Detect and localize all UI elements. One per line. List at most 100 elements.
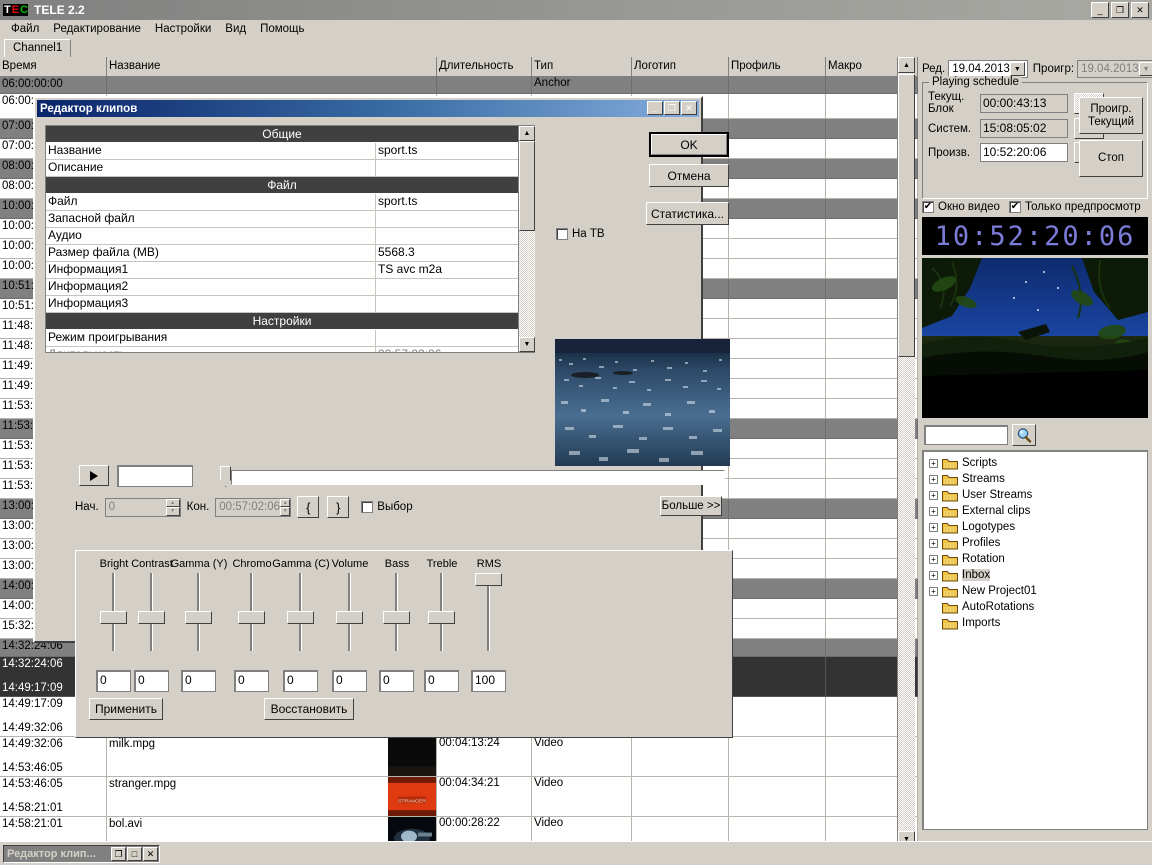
expand-plus-icon[interactable]: + [929, 459, 938, 468]
project-tree[interactable]: +Scripts+Streams+User Streams+External c… [922, 450, 1148, 830]
close-icon[interactable]: ✕ [143, 847, 158, 861]
start-spinner[interactable]: 0 ▲▼ [105, 498, 181, 517]
property-row[interactable]: Длительность00:57:02:06 [46, 347, 518, 353]
clip-properties-list[interactable]: ОбщиеНазваниеsport.tsОписаниеФайлФайлspo… [45, 125, 519, 353]
slider-treble[interactable]: Treble0 [424, 573, 460, 698]
property-value[interactable]: sport.ts [376, 143, 518, 159]
slider-thumb[interactable] [383, 611, 410, 624]
expand-plus-icon[interactable]: + [929, 539, 938, 548]
menu-item-help[interactable]: Помощь [253, 22, 311, 36]
search-input[interactable] [924, 425, 1008, 445]
slider-value-field[interactable]: 0 [134, 670, 169, 692]
property-row[interactable]: Информация3 [46, 296, 518, 313]
property-row[interactable]: Названиеsport.ts [46, 143, 518, 160]
property-row[interactable]: Запасной файл [46, 211, 518, 228]
column-header-3[interactable]: Тип [532, 57, 632, 76]
scrollbar-thumb[interactable] [898, 74, 915, 357]
preview-position-field[interactable] [117, 465, 193, 487]
spin-down-icon[interactable]: ▼ [280, 507, 290, 516]
slider-thumb[interactable] [100, 611, 127, 624]
end-spinner[interactable]: 00:57:02:06 ▲▼ [215, 498, 291, 517]
property-value[interactable]: 5568.3 [376, 245, 518, 261]
slider-bass[interactable]: Bass0 [379, 573, 415, 698]
property-value[interactable] [376, 228, 518, 244]
preview-only-checkbox[interactable]: ✔ [1009, 201, 1021, 213]
slider-thumb[interactable] [138, 611, 165, 624]
slider-value-field[interactable]: 0 [96, 670, 131, 692]
expand-plus-icon[interactable]: + [929, 555, 938, 564]
slider-gammay[interactable]: Gamma (Y)0 [181, 573, 217, 698]
spin-down-icon[interactable]: ▼ [166, 507, 180, 516]
schedule-vertical-scrollbar[interactable]: ▲ ▼ [897, 57, 915, 847]
slider-gammac[interactable]: Gamma (C)0 [283, 573, 319, 698]
play-current-button[interactable]: Проигр. Текущий [1079, 97, 1143, 134]
slider-value-field[interactable]: 0 [234, 670, 269, 692]
property-row[interactable]: Информация1TS avc m2a [46, 262, 518, 279]
slider-thumb[interactable] [287, 611, 314, 624]
clip-editor-dialog[interactable]: Редактор клипов _ ❐ ✕ ОбщиеНазваниеsport… [33, 96, 703, 643]
property-row[interactable]: Аудио [46, 228, 518, 245]
property-row[interactable]: Размер файла (MB)5568.3 [46, 245, 518, 262]
ok-button[interactable]: OK [649, 132, 729, 157]
position-trackbar[interactable] [220, 466, 725, 488]
tree-item-scripts[interactable]: +Scripts [925, 455, 1145, 471]
column-header-1[interactable]: Название [107, 57, 437, 76]
search-icon[interactable] [1012, 424, 1036, 446]
slider-bright[interactable]: Bright0 [96, 573, 132, 698]
maximize-icon[interactable]: □ [127, 847, 142, 861]
statistics-button[interactable]: Статистика... [646, 202, 729, 225]
mark-out-button[interactable]: } [327, 496, 349, 518]
slider-thumb[interactable] [428, 611, 455, 624]
expand-plus-icon[interactable]: + [929, 571, 938, 580]
video-preview[interactable] [922, 258, 1148, 418]
slider-thumb[interactable] [238, 611, 265, 624]
menu-item-file[interactable]: Файл [4, 22, 46, 36]
trackbar-thumb[interactable] [220, 466, 231, 487]
preview-play-button[interactable] [79, 465, 109, 486]
slider-value-field[interactable]: 0 [379, 670, 414, 692]
column-header-5[interactable]: Профиль [729, 57, 826, 76]
property-value[interactable] [376, 279, 518, 295]
expand-plus-icon[interactable]: + [929, 587, 938, 596]
tree-item-profiles[interactable]: +Profiles [925, 535, 1145, 551]
menu-item-settings[interactable]: Настройки [148, 22, 218, 36]
property-row[interactable]: Информация2 [46, 279, 518, 296]
apply-button[interactable]: Применить [89, 698, 163, 720]
slider-thumb[interactable] [185, 611, 212, 624]
table-row[interactable]: 14:49:32:0614:53:46:05milk.mpg00:04:13:2… [0, 737, 918, 777]
slider-value-field[interactable]: 0 [332, 670, 367, 692]
restore-icon[interactable]: ❐ [664, 101, 680, 115]
property-value[interactable] [376, 160, 518, 176]
mark-in-button[interactable]: { [297, 496, 319, 518]
spin-up-icon[interactable]: ▲ [280, 499, 290, 508]
property-row[interactable]: Режим проигрывания [46, 330, 518, 347]
table-row[interactable]: 14:53:46:0514:58:21:01stranger.mpgSTRANG… [0, 777, 918, 817]
on-tv-checkbox[interactable] [556, 228, 568, 240]
slider-volume[interactable]: Volume0 [332, 573, 368, 698]
tree-item-streams[interactable]: +Streams [925, 471, 1145, 487]
property-row[interactable]: Описание [46, 160, 518, 177]
expand-plus-icon[interactable]: + [929, 523, 938, 532]
slider-value-field[interactable]: 0 [181, 670, 216, 692]
tree-item-external-clips[interactable]: +External clips [925, 503, 1145, 519]
tree-item-logotypes[interactable]: +Logotypes [925, 519, 1145, 535]
slider-value-field[interactable]: 0 [283, 670, 318, 692]
restore-icon[interactable]: ❐ [111, 847, 126, 861]
property-value[interactable] [376, 211, 518, 227]
slider-thumb[interactable] [475, 573, 502, 586]
close-icon[interactable]: ✕ [681, 101, 697, 115]
menu-item-edit[interactable]: Редактирование [46, 22, 148, 36]
spin-up-icon[interactable]: ▲ [166, 499, 180, 508]
close-icon[interactable]: ✕ [1131, 2, 1149, 18]
cancel-button[interactable]: Отмена [649, 164, 729, 187]
property-value[interactable] [376, 296, 518, 312]
scroll-down-icon[interactable]: ▼ [519, 337, 535, 352]
properties-scrollbar[interactable]: ▲ ▼ [519, 125, 535, 353]
slider-rms[interactable]: RMS100 [471, 573, 507, 698]
property-value[interactable]: 00:57:02:06 [376, 347, 518, 353]
tree-item-autorotations[interactable]: AutoRotations [925, 599, 1145, 615]
tree-item-user-streams[interactable]: +User Streams [925, 487, 1145, 503]
stop-button[interactable]: Стоп [1079, 140, 1143, 177]
menu-item-view[interactable]: Вид [218, 22, 253, 36]
more-button[interactable]: Больше >> [660, 496, 722, 516]
